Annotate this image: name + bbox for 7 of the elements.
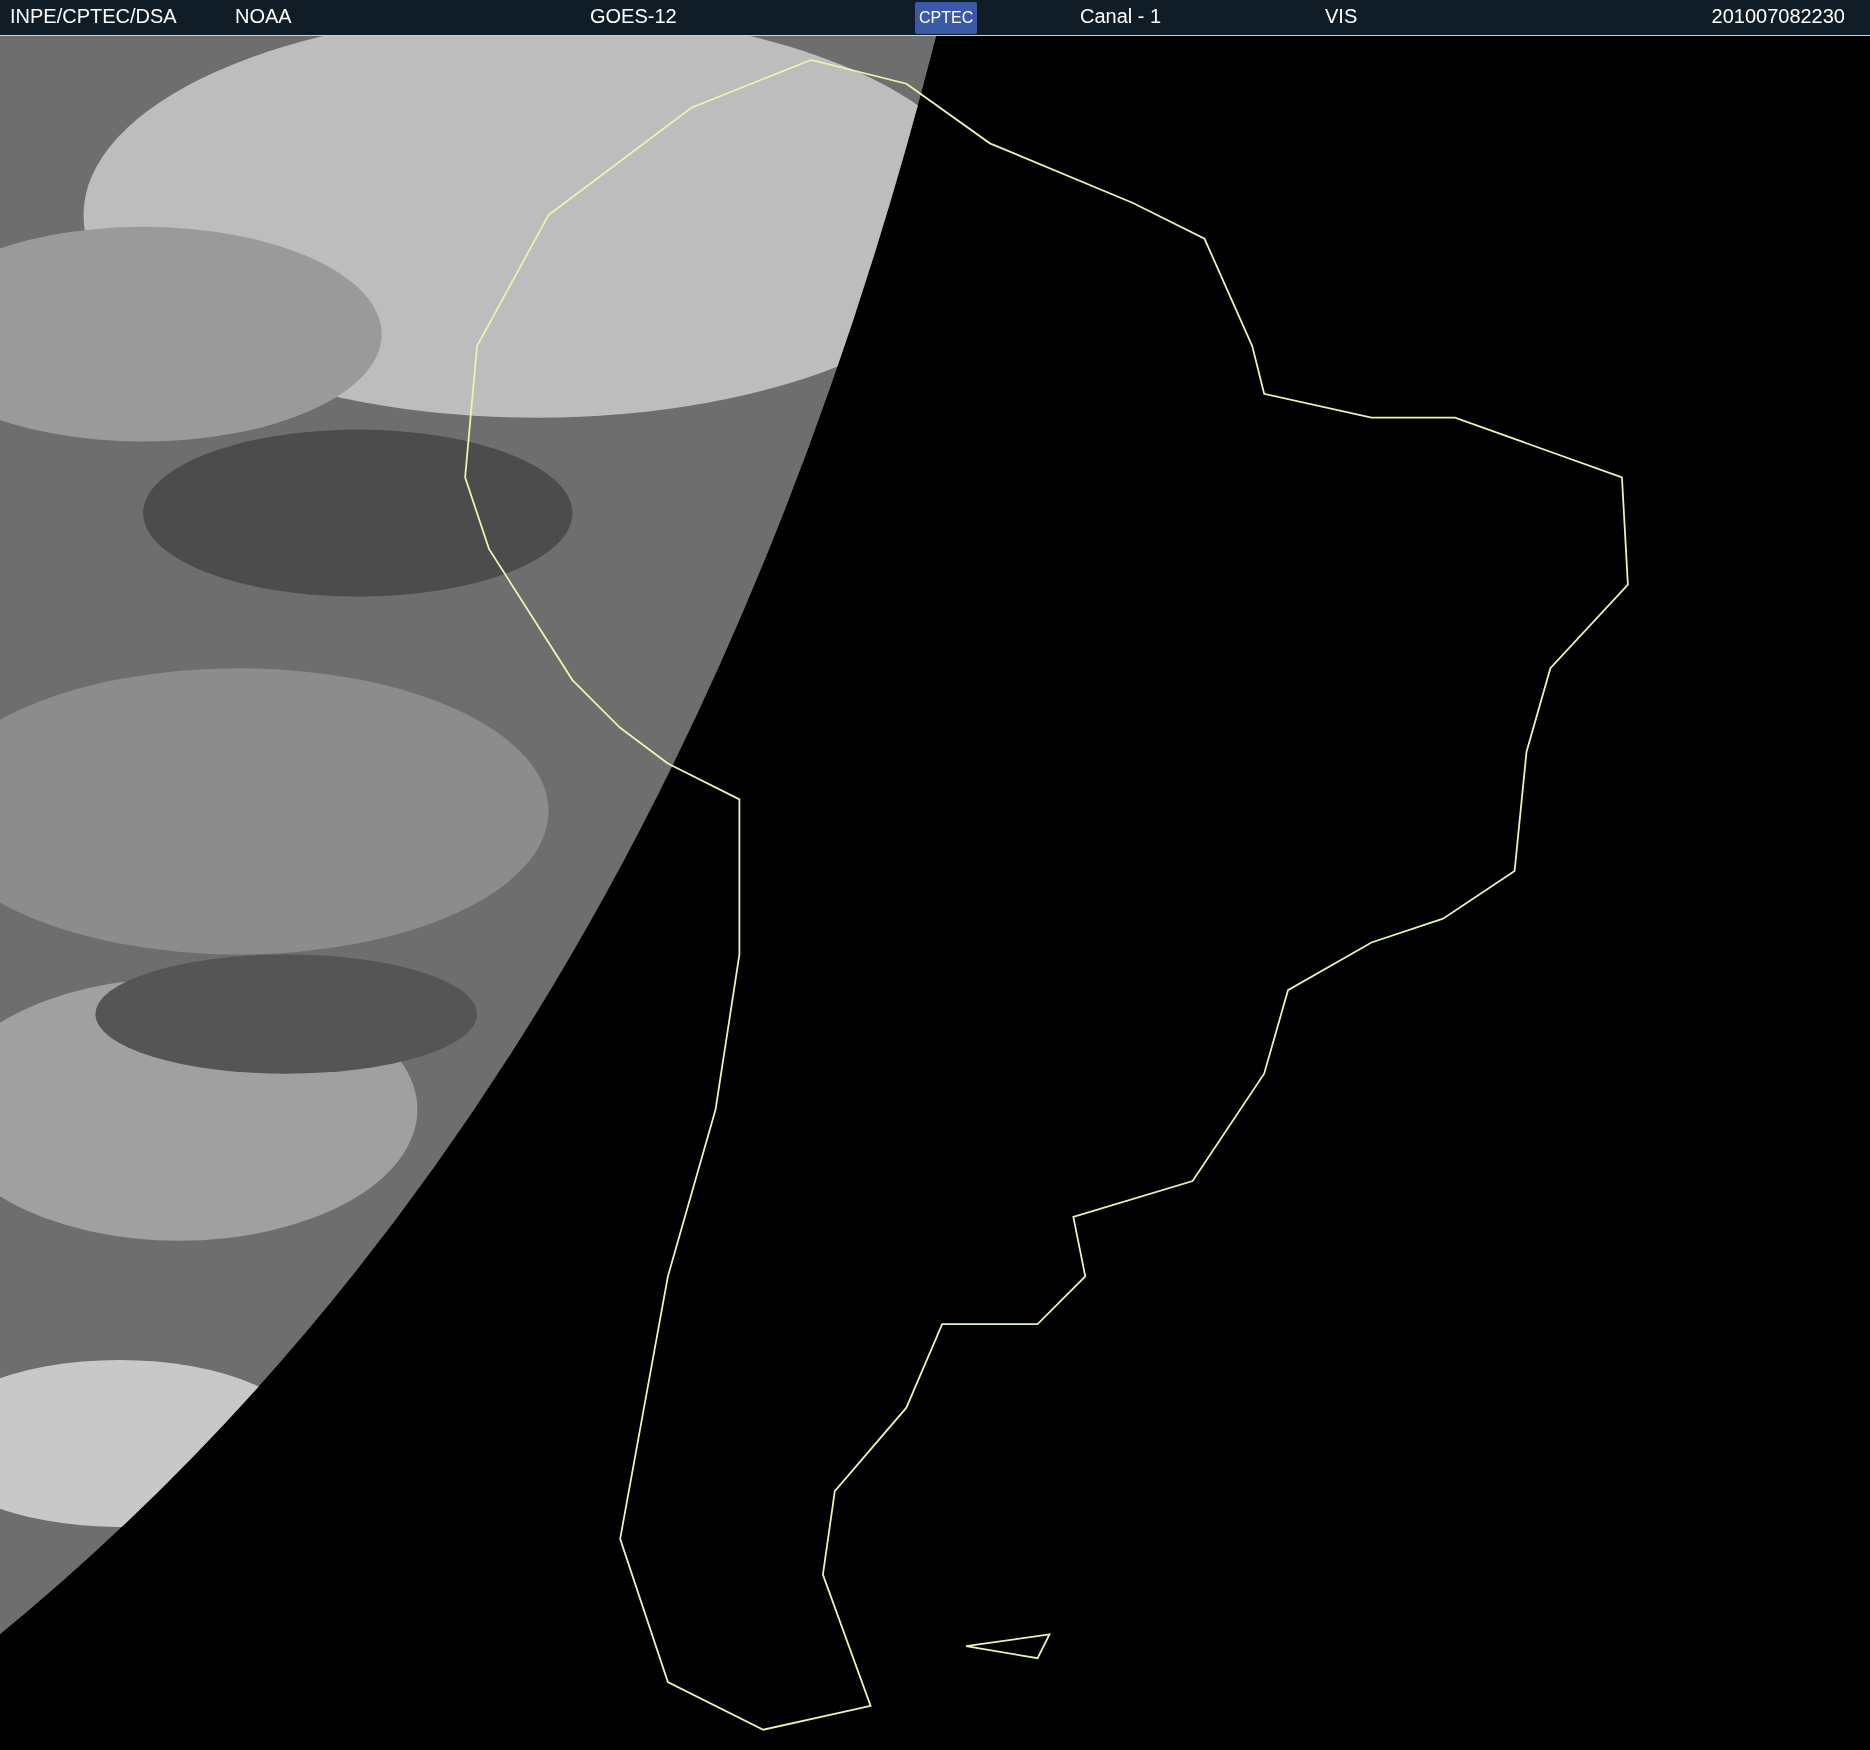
channel-label: Canal - 1	[1080, 4, 1162, 27]
band-label: VIS	[1325, 4, 1358, 27]
agency-label: NOAA	[235, 4, 292, 27]
logo: CPTEC	[915, 1, 978, 34]
satellite-label: GOES-12	[590, 4, 677, 27]
timestamp-label: 201007082230	[1711, 4, 1845, 27]
source-label: INPE/CPTEC/DSA	[10, 4, 177, 27]
